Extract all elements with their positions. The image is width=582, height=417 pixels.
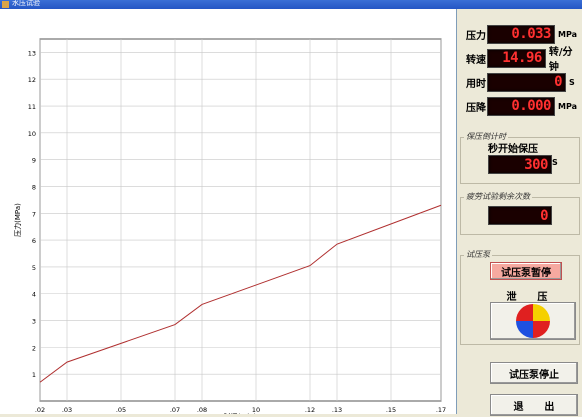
readout-label: 用时 — [466, 78, 486, 90]
hold-countdown-value: 300 — [524, 156, 548, 173]
title-bar: 水压试验 — [0, 0, 582, 9]
fatigue-display: 0 — [488, 206, 552, 225]
app-icon — [2, 1, 9, 8]
y-tick-label: 12 — [28, 76, 36, 84]
hold-countdown-display: 300 — [488, 155, 552, 174]
pressure-chart: 1 2 3 4 5 6 7 8 9 10 11 12 13.02.03.05.07.08 10.12.13… — [0, 9, 456, 417]
readout-speed: 转速 14.96 转/分钟 — [466, 47, 582, 73]
x-tick-label: .15 — [386, 406, 396, 414]
readout-value: 14.96 — [502, 50, 542, 66]
lcd-display: 0.033 — [487, 24, 555, 44]
lcd-display: 14.96 — [486, 48, 546, 68]
y-tick-label: 9 — [32, 157, 36, 165]
y-axis-label: 压力(MPa) — [13, 203, 22, 237]
readout-label: 转速 — [466, 54, 486, 66]
hold-unit: S — [552, 158, 558, 167]
x-tick-label: .08 — [197, 406, 207, 414]
fatigue-group-title: 疲劳试验剩余次数 — [464, 191, 532, 202]
pump-stop-button[interactable]: 试压泵停止 — [490, 362, 578, 384]
x-tick-label: .07 — [170, 406, 180, 414]
readout-pressure: 压力 0.033 MPa — [466, 24, 577, 44]
y-tick-label: 10 — [28, 130, 36, 138]
x-tick-label: .13 — [332, 406, 342, 414]
release-label: 泄 压 — [506, 292, 548, 303]
y-tick-label: 4 — [32, 291, 36, 299]
readout-label: 压降 — [466, 102, 486, 114]
release-pressure-button[interactable] — [490, 302, 576, 340]
exit-button[interactable]: 退 出 — [490, 394, 578, 416]
y-tick-label: 11 — [28, 103, 36, 111]
hold-caption: 秒开始保压 — [488, 144, 538, 155]
window-title: 水压试验 — [12, 0, 40, 7]
y-tick-label: 7 — [32, 210, 36, 218]
lcd-display: 0.000 — [487, 96, 555, 116]
readout-time: 用时 0 S — [466, 72, 575, 92]
y-tick-label: 1 — [32, 371, 36, 379]
pie-icon — [516, 304, 550, 338]
x-tick-label: .17 — [436, 406, 446, 414]
plot-area — [39, 38, 442, 402]
y-tick-label: 3 — [32, 318, 36, 326]
x-tick-label: .12 — [305, 406, 315, 414]
readout-value: 0.000 — [511, 98, 551, 114]
readout-label: 压力 — [466, 30, 486, 42]
chart-svg: 12345678910111213.02.03.05.07.08 10.12.13… — [13, 38, 446, 417]
pump-group-title: 试压泵 — [464, 249, 492, 260]
readout-unit: S — [569, 77, 575, 87]
y-tick-label: 6 — [32, 237, 36, 245]
x-tick-label: .05 — [116, 406, 126, 414]
readout-unit: MPa — [558, 29, 578, 39]
readout-pressure-drop: 压降 0.000 MPa — [466, 96, 577, 116]
y-tick-label: 5 — [32, 264, 36, 272]
x-tick-label: .03 — [62, 406, 72, 414]
readout-value: 0.033 — [511, 26, 551, 42]
x-tick-label: .02 — [35, 406, 45, 414]
readout-value: 0 — [554, 74, 562, 90]
readout-unit: MPa — [558, 101, 578, 111]
lcd-display: 0 — [487, 72, 566, 92]
pump-pause-button[interactable]: 试压泵暂停 — [490, 262, 562, 280]
panel-divider — [456, 9, 457, 414]
readout-unit: 转/分钟 — [548, 47, 573, 73]
fatigue-value: 0 — [540, 207, 548, 224]
y-tick-label: 2 — [32, 344, 36, 352]
y-tick-label: 13 — [28, 49, 36, 57]
y-tick-label: 8 — [32, 183, 36, 191]
